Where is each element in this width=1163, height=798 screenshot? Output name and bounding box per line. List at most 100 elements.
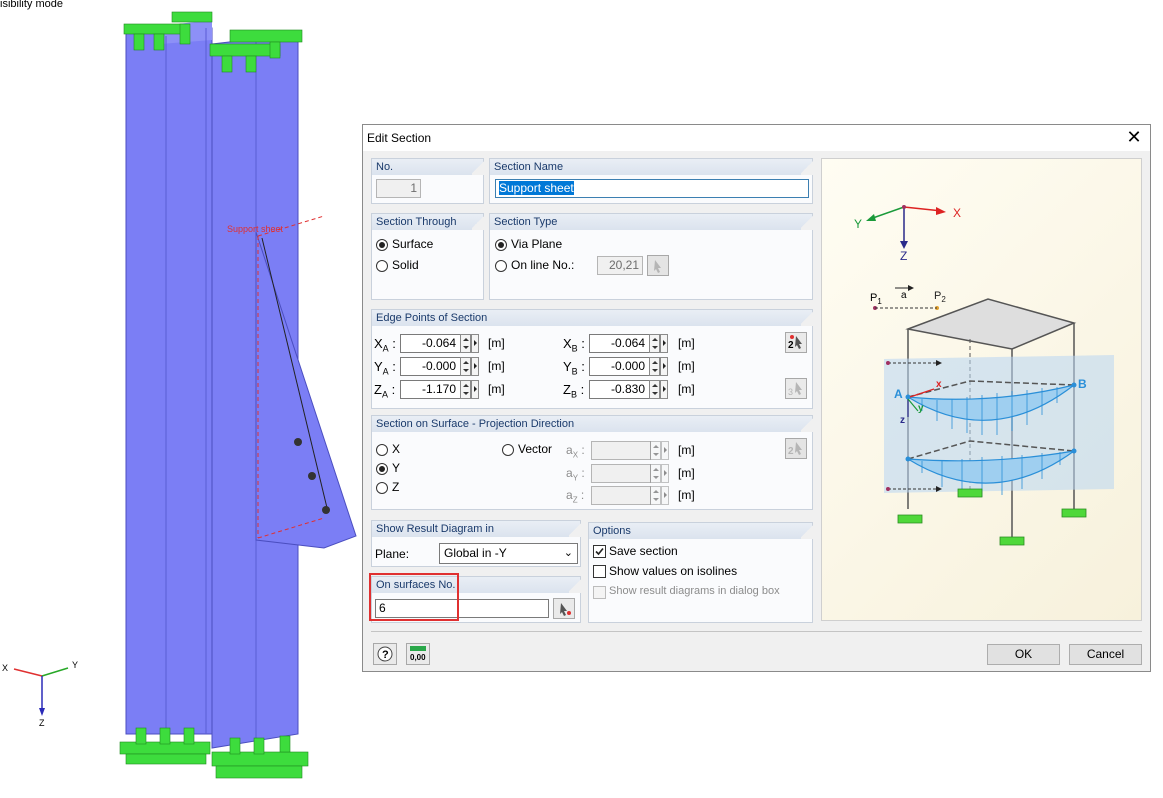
highlight-box [369,573,459,621]
proj-y-radio[interactable] [376,463,388,475]
axis-y-label: Y [72,660,79,670]
save-section-checkbox[interactable] [593,545,606,558]
axis-z-label: Z [39,718,45,728]
section-name-group: Section Name Support sheet [489,158,813,204]
za-label: ZA : [374,382,396,400]
az-unit: [m] [678,488,695,502]
xa-spinner[interactable] [460,334,471,353]
preview-a-distance: a [901,290,907,301]
proj-vector-radio[interactable] [502,444,514,456]
yb-unit: [m] [678,359,695,373]
pick-points-icon[interactable]: 2 [785,332,807,353]
yb-label: YB : [563,359,585,377]
svg-text:?: ? [382,649,389,661]
via-plane-radio[interactable] [495,239,507,251]
section-type-group: Section Type Via Plane On line No.: 20,2… [489,213,813,300]
surface-radio[interactable] [376,239,388,251]
model-drawing [13,11,357,779]
section-type-header: Section Type [490,214,813,230]
solid-radio[interactable] [376,260,388,272]
preview-z-label: Z [900,249,908,263]
plane-select-value: Global in -Y [444,546,507,560]
xb-menu-arrow[interactable] [660,334,668,353]
help-icon: ? [377,646,393,662]
surface-radio-label: Surface [392,237,434,251]
result-diagram-header: Show Result Diagram in [372,521,581,537]
proj-z-radio[interactable] [376,482,388,494]
ax-input [591,441,651,460]
xa-menu-arrow[interactable] [471,334,479,353]
proj-x-label: X [392,442,401,456]
projection-group: Section on Surface - Projection Directio… [371,415,813,510]
xb-input[interactable]: -0.064 [589,334,650,353]
cancel-button[interactable]: Cancel [1069,644,1142,665]
section-through-group: Section Through Surface Solid [371,213,484,300]
xa-unit: [m] [488,336,505,350]
az-label: aZ : [566,488,585,505]
proj-x-radio[interactable] [376,444,388,456]
preview-x-label: X [953,206,962,220]
model-viewport[interactable]: isibility mode Support sheet X Y Z [0,0,360,795]
proj-z-label: Z [392,480,400,494]
za-unit: [m] [488,382,505,396]
isolines-checkbox[interactable] [593,565,606,578]
za-spinner[interactable] [460,380,471,399]
line-no-field: 20,21 [597,256,643,275]
number-field: 1 [376,179,421,198]
section-name-input[interactable]: Support sheet [495,179,809,198]
xb-unit: [m] [678,336,695,350]
chevron-down-icon: ⌄ [563,547,573,559]
xb-spinner[interactable] [649,334,660,353]
section-label: Support sheet [227,224,284,234]
xa-input[interactable]: -0.064 [400,334,461,353]
yb-input[interactable]: -0.000 [589,357,650,376]
ya-input[interactable]: -0.000 [400,357,461,376]
isolines-label: Show values on isolines [609,564,738,578]
yb-menu-arrow[interactable] [660,357,668,376]
section-through-header: Section Through [372,214,484,230]
ay-unit: [m] [678,466,695,480]
section-name-header: Section Name [490,159,813,175]
ok-button[interactable]: OK [987,644,1060,665]
on-line-radio[interactable] [495,260,507,272]
preview-local-y: y [918,403,924,414]
ax-unit: [m] [678,443,695,457]
close-icon[interactable]: ✕ [1124,127,1144,147]
za-input[interactable]: -1.170 [400,380,461,399]
svg-text:2: 2 [788,340,794,351]
section-name-value: Support sheet [499,181,574,195]
number-group: No. 1 [371,158,484,204]
pick-surfaces-icon[interactable] [553,598,575,619]
svg-text:2: 2 [788,446,794,457]
az-menu-arrow [661,486,669,505]
zb-spinner[interactable] [649,380,660,399]
ay-input [591,464,651,483]
ay-menu-arrow [661,464,669,483]
ax-menu-arrow [661,441,669,460]
az-spinner [650,486,661,505]
pick-surface-icon: 3 [785,378,807,399]
dialog-diagrams-checkbox [593,586,606,599]
calculator-button[interactable]: 0,00 [406,643,430,665]
plane-select[interactable]: Global in -Y ⌄ [439,543,578,564]
zb-menu-arrow[interactable] [660,380,668,399]
number-header: No. [372,159,484,175]
yb-spinner[interactable] [649,357,660,376]
help-button[interactable]: ? [373,643,397,665]
ya-unit: [m] [488,359,505,373]
preview-local-x: x [936,379,942,390]
dialog-titlebar[interactable]: Edit Section ✕ [363,125,1150,151]
result-diagram-group: Show Result Diagram in Plane: Global in … [371,520,581,567]
edge-points-header: Edge Points of Section [372,310,813,326]
preview-point-a: A [894,387,903,401]
on-line-label: On line No.: [511,258,575,272]
za-menu-arrow[interactable] [471,380,479,399]
pick-vector-icon: 2 [785,438,807,459]
dialog-title: Edit Section [367,131,432,145]
zb-input[interactable]: -0.830 [589,380,650,399]
options-group: Options Save section Show values on isol… [588,522,813,623]
ya-spinner[interactable] [460,357,471,376]
projection-header: Section on Surface - Projection Directio… [372,416,813,432]
svg-text:3: 3 [788,387,793,397]
ya-menu-arrow[interactable] [471,357,479,376]
